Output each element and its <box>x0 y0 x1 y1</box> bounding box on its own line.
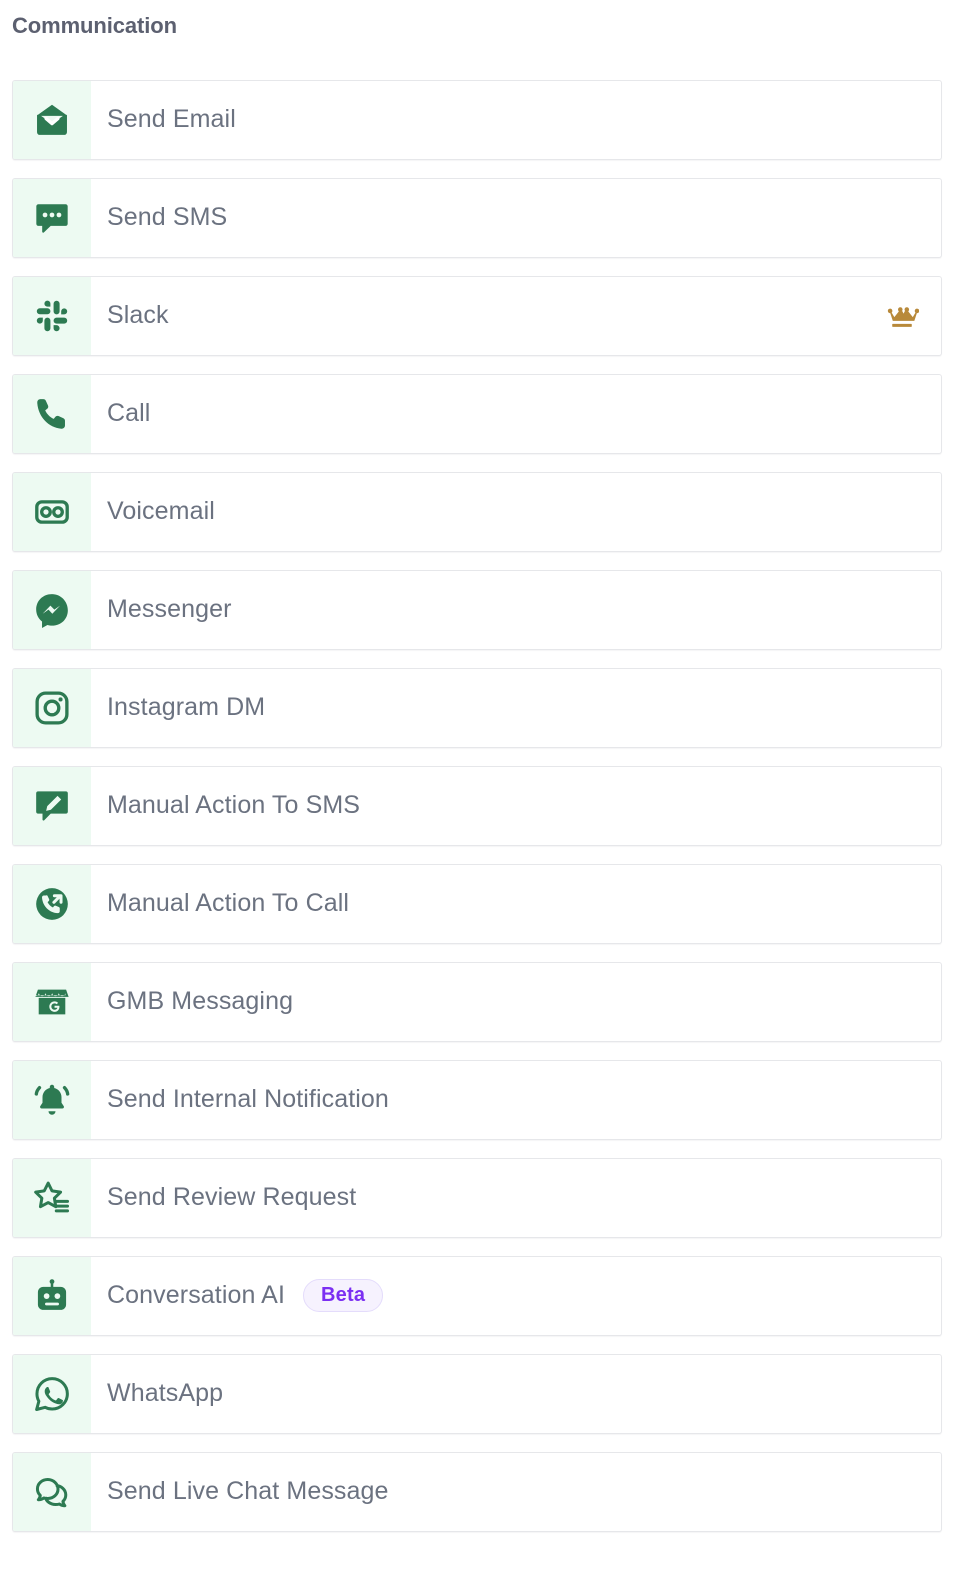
action-card-body: Messenger <box>91 571 941 649</box>
phone-forward-icon <box>13 864 91 943</box>
action-label: Instagram DM <box>107 693 266 722</box>
action-card-body: Manual Action To Call <box>91 865 941 943</box>
action-card-body: GMB Messaging <box>91 963 941 1041</box>
action-card[interactable]: WhatsApp <box>12 1353 942 1434</box>
action-card-body: Manual Action To SMS <box>91 767 941 845</box>
action-label: Send Review Request <box>107 1183 357 1212</box>
action-label: Slack <box>107 301 169 330</box>
star-lines-icon <box>13 1158 91 1237</box>
slack-icon <box>13 276 91 355</box>
action-card[interactable]: Send Email <box>12 79 942 160</box>
action-label: GMB Messaging <box>107 987 294 1016</box>
chat-pencil-icon <box>13 766 91 845</box>
action-label: Conversation AI <box>107 1281 285 1310</box>
action-card[interactable]: Call <box>12 373 942 454</box>
action-card[interactable]: Manual Action To SMS <box>12 765 942 846</box>
action-card-body: Conversation AI Beta <box>91 1257 941 1335</box>
chat-dots-icon <box>13 178 91 257</box>
action-label: Send Email <box>107 105 236 134</box>
action-label: Messenger <box>107 595 232 624</box>
action-label: Send Live Chat Message <box>107 1477 389 1506</box>
action-label: Call <box>107 399 151 428</box>
action-card[interactable]: Messenger <box>12 569 942 650</box>
action-card[interactable]: Instagram DM <box>12 667 942 748</box>
action-card[interactable]: Manual Action To Call <box>12 863 942 944</box>
robot-icon <box>13 1256 91 1335</box>
action-card[interactable]: Slack <box>12 275 942 356</box>
action-card[interactable]: Send Internal Notification <box>12 1059 942 1140</box>
action-card-body: Slack <box>91 277 941 355</box>
action-card-body: Send SMS <box>91 179 941 257</box>
bell-ringing-icon <box>13 1060 91 1139</box>
action-card-body: Send Internal Notification <box>91 1061 941 1139</box>
live-chat-icon <box>13 1452 91 1531</box>
action-label: Manual Action To SMS <box>107 791 361 820</box>
crown-icon <box>885 299 925 333</box>
communication-actions-page: Communication Send Email Send SMS Slack Cal… <box>0 0 954 1590</box>
action-card-body: Send Review Request <box>91 1159 941 1237</box>
action-label: WhatsApp <box>107 1379 224 1408</box>
action-card[interactable]: GMB Messaging <box>12 961 942 1042</box>
messenger-icon <box>13 570 91 649</box>
action-card[interactable]: Send SMS <box>12 177 942 258</box>
envelope-icon <box>13 80 91 159</box>
beta-badge: Beta <box>303 1279 384 1312</box>
action-card-body: Send Live Chat Message <box>91 1453 941 1531</box>
voicemail-icon <box>13 472 91 551</box>
whatsapp-icon <box>13 1354 91 1433</box>
action-list: Send Email Send SMS Slack Call Voicemail Mess… <box>0 79 954 1544</box>
action-label: Manual Action To Call <box>107 889 350 918</box>
action-card[interactable]: Send Review Request <box>12 1157 942 1238</box>
page-title: Communication <box>12 13 177 38</box>
action-card-body: Voicemail <box>91 473 941 551</box>
action-label: Voicemail <box>107 497 215 526</box>
action-card[interactable]: Conversation AI Beta <box>12 1255 942 1336</box>
action-card-body: Send Email <box>91 81 941 159</box>
action-label: Send Internal Notification <box>107 1085 389 1114</box>
action-card-body: Instagram DM <box>91 669 941 747</box>
instagram-icon <box>13 668 91 747</box>
action-card-body: WhatsApp <box>91 1355 941 1433</box>
action-card-body: Call <box>91 375 941 453</box>
action-card[interactable]: Voicemail <box>12 471 942 552</box>
action-card[interactable]: Send Live Chat Message <box>12 1451 942 1532</box>
phone-icon <box>13 374 91 453</box>
storefront-g-icon <box>13 962 91 1041</box>
action-label: Send SMS <box>107 203 228 232</box>
